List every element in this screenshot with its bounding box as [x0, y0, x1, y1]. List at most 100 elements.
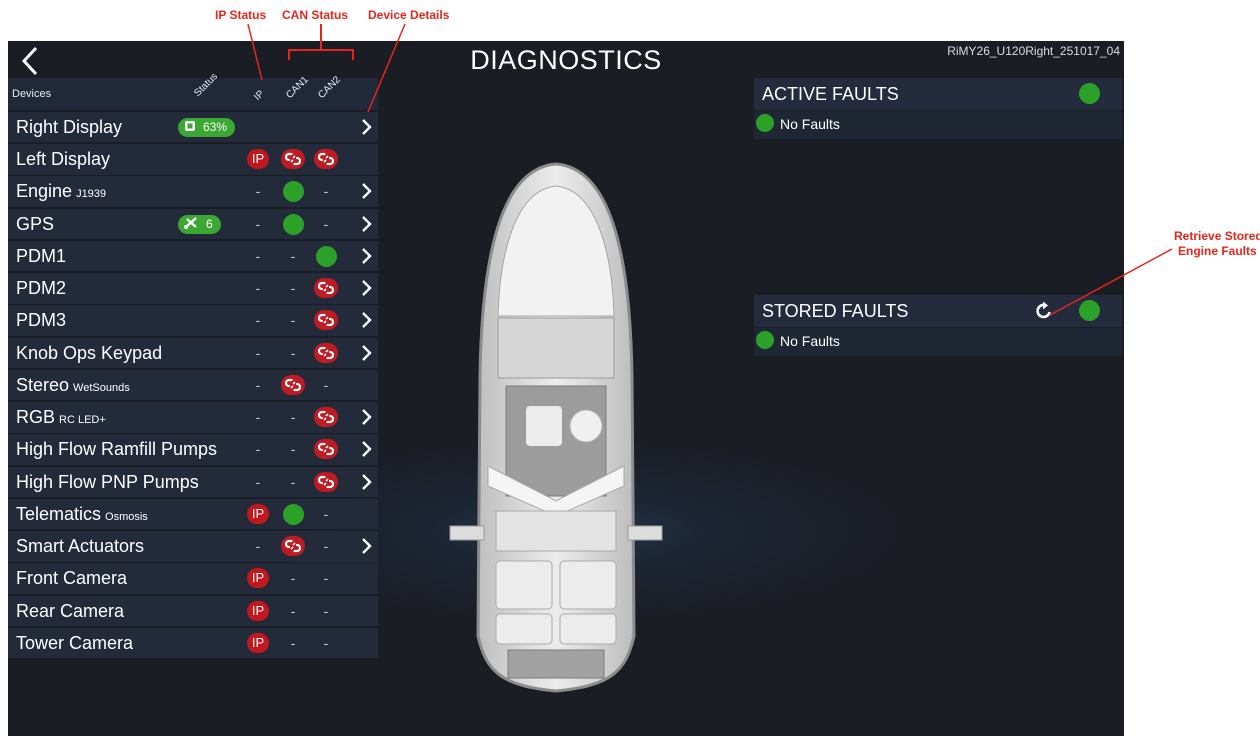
device-row[interactable]: Smart Actuators - - — [8, 531, 378, 562]
device-details-button[interactable] — [358, 531, 376, 561]
ip-status-cell: - — [243, 338, 273, 369]
device-details-button[interactable] — [358, 467, 376, 497]
device-details-button[interactable] — [358, 273, 376, 303]
can1-status-cell: - — [278, 273, 308, 304]
device-name: Front Camera — [16, 568, 127, 589]
annotation-retrieve-stored-1: Retrieve Stored — [1174, 229, 1260, 243]
device-details-button[interactable] — [358, 434, 376, 464]
diagnostics-screen: DIAGNOSTICS RiMY26_U120Right_251017_04 D… — [8, 41, 1124, 736]
chevron-right-icon — [362, 538, 372, 554]
not-applicable-dash: - — [323, 376, 329, 393]
stored-faults-panel: STORED FAULTS No Faults — [754, 295, 1122, 356]
device-details-button[interactable] — [358, 338, 376, 368]
connected-indicator — [282, 503, 304, 525]
ip-status-cell: - — [243, 209, 273, 240]
chevron-right-icon — [362, 118, 372, 135]
device-row[interactable]: PDM2 - - — [8, 273, 378, 304]
annotation-device-details: Device Details — [368, 8, 450, 22]
build-version: RiMY26_U120Right_251017_04 — [947, 44, 1120, 58]
not-applicable-dash: - — [290, 409, 296, 425]
can1-status-cell — [278, 531, 308, 562]
broken-link-icon — [285, 378, 301, 391]
can2-status-cell: - — [311, 499, 341, 530]
not-applicable-dash: - — [323, 183, 329, 200]
ip-column-header: IP — [252, 88, 267, 103]
device-name: Stereo WetSounds — [16, 375, 130, 396]
not-applicable-dash: - — [323, 505, 329, 522]
annotation-retrieve-stored-2: Engine Faults — [1178, 244, 1257, 258]
device-row[interactable]: Right Display 63% — [8, 111, 378, 143]
device-subtitle: J1939 — [76, 188, 107, 201]
device-row[interactable]: Engine J1939 - - — [8, 176, 378, 207]
device-subtitle: Osmosis — [105, 510, 148, 523]
device-row[interactable]: High Flow Ramfill Pumps - - — [8, 434, 378, 465]
active-faults-message-row: No Faults — [754, 111, 1122, 139]
device-row[interactable]: PDM3 - - — [8, 305, 378, 336]
device-details-button[interactable] — [358, 305, 376, 335]
chevron-right-icon — [362, 441, 372, 458]
not-applicable-dash: - — [255, 183, 261, 200]
device-name: PDM1 — [16, 246, 66, 267]
device-row[interactable]: Knob Ops Keypad - - — [8, 337, 378, 369]
device-name-label: Stereo — [16, 374, 70, 395]
device-name: Engine J1939 — [16, 181, 106, 202]
active-faults-panel: ACTIVE FAULTS No Faults — [754, 78, 1122, 139]
ip-status-cell: IP — [243, 499, 273, 530]
stored-faults-status-indicator — [1079, 300, 1100, 321]
can2-status-cell — [311, 273, 341, 304]
device-row: Rear Camera IP - - — [8, 595, 378, 627]
ip-status-cell: - — [243, 531, 273, 562]
broken-link-icon — [318, 475, 334, 488]
device-name: High Flow PNP Pumps — [16, 472, 199, 493]
ip-error-badge: IP — [246, 600, 270, 621]
not-applicable-dash: - — [290, 602, 296, 619]
device-name: Tower Camera — [16, 633, 133, 654]
can2-status-cell — [311, 467, 341, 498]
chevron-right-icon — [362, 312, 372, 329]
ip-status-cell: - — [243, 434, 273, 465]
stored-faults-message-row: No Faults — [754, 328, 1122, 356]
active-faults-status-indicator — [1079, 83, 1100, 104]
device-name-label: PDM2 — [16, 278, 67, 298]
can1-status-cell: - — [278, 305, 308, 336]
device-row[interactable]: GPS 6 - - — [8, 208, 378, 240]
ip-status-cell: - — [243, 241, 273, 272]
device-details-button[interactable] — [358, 176, 376, 206]
device-details-button[interactable] — [358, 209, 376, 239]
can-disconnected-badge — [314, 342, 338, 363]
can2-status-cell — [311, 305, 341, 336]
stored-faults-title: STORED FAULTS — [762, 301, 909, 321]
broken-link-icon — [318, 443, 334, 456]
can1-status-cell: - — [278, 402, 308, 433]
active-faults-message: No Faults — [780, 116, 840, 132]
device-row[interactable]: High Flow PNP Pumps - - — [8, 466, 378, 498]
not-applicable-dash: - — [290, 570, 296, 587]
ip-status-cell: - — [243, 305, 273, 336]
ip-error-badge: IP — [246, 503, 270, 524]
device-name: Telematics Osmosis — [16, 504, 148, 525]
device-row[interactable]: PDM1 - - — [8, 240, 378, 272]
device-row[interactable]: RGB RC LED+ - - — [8, 402, 378, 433]
device-name-label: PDM3 — [16, 310, 67, 331]
can-disconnected-badge — [314, 407, 338, 427]
can2-status-cell — [311, 434, 341, 465]
can2-status-cell: - — [311, 596, 341, 627]
device-name-label: Tower Camera — [16, 632, 134, 653]
not-applicable-dash: - — [255, 344, 261, 361]
can2-status-cell: - — [311, 209, 341, 240]
device-list: Right Display 63% Left Display IP Engine J193… — [8, 111, 378, 659]
device-name-label: High Flow Ramfill Pumps — [16, 439, 218, 460]
ip-status-cell: - — [243, 176, 273, 207]
not-applicable-dash: - — [290, 280, 296, 296]
can2-status-cell — [311, 338, 341, 369]
can2-status-cell: - — [311, 176, 341, 207]
chevron-right-icon — [362, 280, 372, 296]
can-disconnected-badge — [281, 374, 305, 395]
boat-top-view-image — [449, 162, 663, 693]
device-details-button[interactable] — [358, 402, 376, 432]
device-details-button[interactable] — [358, 241, 376, 271]
device-details-button[interactable] — [358, 112, 376, 142]
device-name-label: Right Display — [16, 116, 123, 137]
active-faults-title: ACTIVE FAULTS — [762, 84, 899, 104]
retrieve-stored-faults-button[interactable] — [1034, 301, 1054, 321]
